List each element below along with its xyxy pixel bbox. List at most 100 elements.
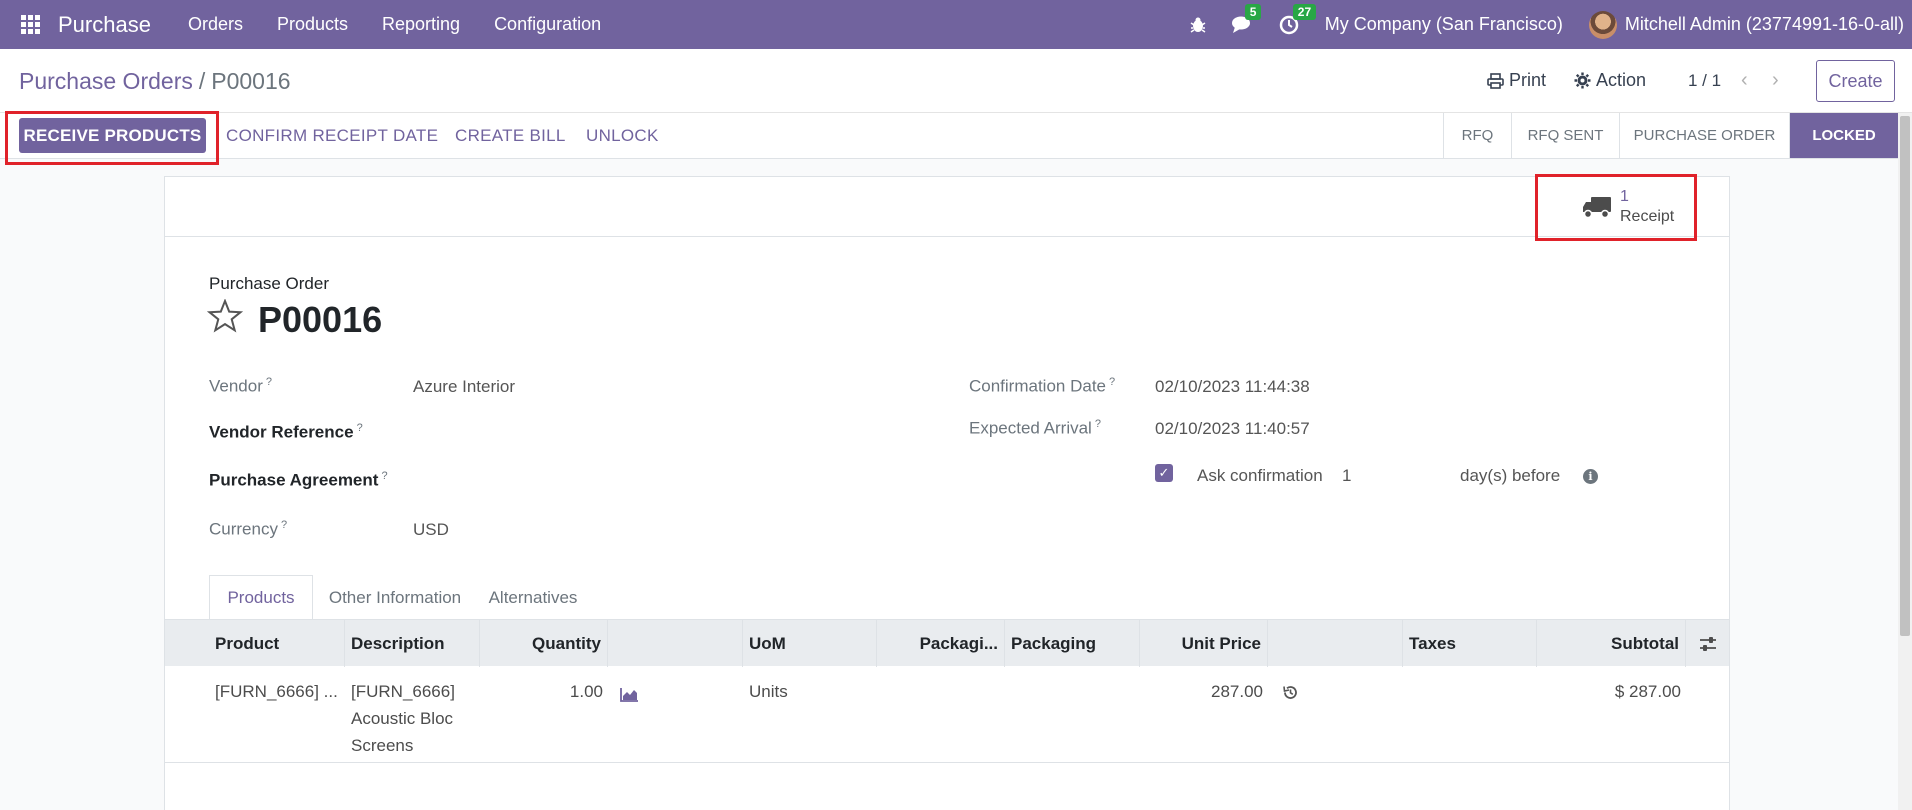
document-type: Purchase Order bbox=[209, 274, 329, 293]
currency-field[interactable]: USD bbox=[413, 520, 449, 540]
pager-value[interactable]: 1 / 1 bbox=[1688, 71, 1721, 91]
gear-icon bbox=[1574, 72, 1591, 89]
receive-products-button[interactable]: RECEIVE PRODUCTS bbox=[19, 118, 206, 153]
vendor-reference-label: Vendor Reference? bbox=[209, 422, 363, 442]
col-price-action bbox=[1268, 620, 1403, 667]
breadcrumb-current: P00016 bbox=[211, 68, 291, 94]
currency-label: Currency? bbox=[209, 519, 288, 539]
row-subtotal: $ 287.00 bbox=[1614, 682, 1681, 701]
col-packaging[interactable]: Packaging bbox=[1005, 620, 1140, 667]
tab-other-information[interactable]: Other Information bbox=[317, 575, 473, 620]
optional-columns-toggle[interactable] bbox=[1686, 620, 1729, 667]
page-scrollbar[interactable] bbox=[1898, 113, 1912, 810]
action-button[interactable]: Action bbox=[1574, 70, 1646, 91]
highlight-box-receipt bbox=[1535, 174, 1697, 241]
status-stages: RFQ RFQ SENT PURCHASE ORDER LOCKED bbox=[1443, 113, 1898, 158]
activities-badge: 27 bbox=[1292, 3, 1317, 20]
purchase-agreement-help-icon[interactable]: ? bbox=[381, 470, 387, 482]
col-uom[interactable]: UoM bbox=[743, 620, 877, 667]
messages-badge: 5 bbox=[1244, 3, 1262, 20]
vendor-label: Vendor? bbox=[209, 376, 273, 396]
smart-button-box: 1 Receipt bbox=[165, 177, 1729, 237]
row-description-line-2: Acoustic Bloc bbox=[351, 709, 454, 728]
status-bar: RECEIVE PRODUCTS CONFIRM RECEIPT DATE CR… bbox=[0, 111, 1898, 165]
confirmation-date-field[interactable]: 02/10/2023 11:44:38 bbox=[1155, 377, 1310, 397]
messages-icon[interactable]: 5 bbox=[1231, 3, 1262, 35]
col-quantity[interactable]: Quantity bbox=[480, 620, 608, 667]
vendor-reference-help-icon[interactable]: ? bbox=[357, 422, 363, 434]
stage-rfq[interactable]: RFQ bbox=[1443, 113, 1511, 158]
menu-reporting[interactable]: Reporting bbox=[382, 14, 460, 35]
ask-confirmation-label: Ask confirmation bbox=[1197, 466, 1323, 485]
row-description-line-3: Screens bbox=[351, 736, 414, 755]
print-button[interactable]: Print bbox=[1487, 70, 1546, 91]
sliders-icon bbox=[1699, 636, 1716, 651]
scrollbar-thumb[interactable] bbox=[1900, 116, 1910, 636]
vendor-field[interactable]: Azure Interior bbox=[413, 377, 515, 397]
form-sheet: 1 Receipt Purchase Order P00016 Vendor? … bbox=[164, 174, 1730, 810]
stage-locked[interactable]: LOCKED bbox=[1789, 113, 1898, 158]
pager-previous-icon[interactable]: ‹ bbox=[1741, 69, 1748, 92]
row-description-line-1: [FURN_6666] bbox=[351, 682, 455, 701]
print-label: Print bbox=[1509, 70, 1547, 90]
confirmation-date-label: Confirmation Date? bbox=[969, 376, 1116, 396]
stage-purchase-order[interactable]: PURCHASE ORDER bbox=[1619, 113, 1789, 158]
tab-products[interactable]: Products bbox=[209, 575, 313, 620]
row-description: [FURN_6666] Acoustic Bloc Screens bbox=[351, 678, 455, 759]
confirm-receipt-date-button[interactable]: CONFIRM RECEIPT DATE bbox=[226, 126, 438, 146]
activities-icon[interactable]: 27 bbox=[1279, 3, 1317, 35]
col-subtotal[interactable]: Subtotal bbox=[1537, 620, 1686, 667]
confirmation-date-help-icon[interactable]: ? bbox=[1109, 376, 1115, 388]
col-forecast bbox=[608, 620, 743, 667]
control-panel: Purchase Orders / P00016 Print Action 1 / … bbox=[0, 49, 1912, 113]
row-unit-price: 287.00 bbox=[1211, 682, 1263, 701]
document-name: P00016 bbox=[258, 299, 383, 340]
top-navbar: Purchase Orders Products Reporting Confi… bbox=[0, 0, 1912, 49]
col-product[interactable]: Product bbox=[209, 620, 345, 667]
col-taxes[interactable]: Taxes bbox=[1403, 620, 1537, 667]
row-product: [FURN_6666] ... bbox=[215, 682, 338, 701]
menu-orders[interactable]: Orders bbox=[188, 14, 243, 35]
app-name[interactable]: Purchase bbox=[58, 12, 151, 38]
vendor-reference-field[interactable] bbox=[413, 421, 793, 445]
action-label: Action bbox=[1596, 70, 1647, 90]
company-switcher[interactable]: My Company (San Francisco) bbox=[1325, 14, 1563, 35]
breadcrumb-parent[interactable]: Purchase Orders bbox=[19, 68, 193, 94]
avatar[interactable] bbox=[1588, 10, 1617, 39]
currency-help-icon[interactable]: ? bbox=[281, 519, 287, 531]
ask-confirmation-checkbox[interactable]: ✓ bbox=[1155, 464, 1173, 482]
expected-arrival-label: Expected Arrival? bbox=[969, 418, 1101, 438]
breadcrumb: Purchase Orders / P00016 bbox=[19, 68, 291, 95]
bug-icon[interactable] bbox=[1189, 16, 1207, 34]
row-uom: Units bbox=[749, 682, 788, 701]
stage-rfq-sent[interactable]: RFQ SENT bbox=[1511, 113, 1619, 158]
star-icon[interactable] bbox=[207, 299, 243, 333]
unlock-button[interactable]: UNLOCK bbox=[586, 126, 659, 146]
order-lines-header: Product Description Quantity UoM Packagi… bbox=[165, 619, 1729, 667]
create-bill-button[interactable]: CREATE BILL bbox=[455, 126, 566, 146]
vendor-help-icon[interactable]: ? bbox=[266, 376, 272, 388]
apps-menu-icon[interactable] bbox=[21, 14, 41, 35]
tab-alternatives[interactable]: Alternatives bbox=[477, 575, 589, 620]
col-unit-price[interactable]: Unit Price bbox=[1140, 620, 1268, 667]
printer-icon bbox=[1487, 72, 1504, 89]
expected-arrival-help-icon[interactable]: ? bbox=[1095, 418, 1101, 430]
table-row[interactable]: [FURN_6666] ... [FURN_6666] Acoustic Blo… bbox=[165, 666, 1729, 763]
purchase-agreement-label: Purchase Agreement? bbox=[209, 470, 388, 490]
expected-arrival-field[interactable]: 02/10/2023 11:40:57 bbox=[1155, 419, 1310, 439]
ask-confirmation-days-field[interactable]: 1 bbox=[1342, 466, 1351, 486]
menu-products[interactable]: Products bbox=[277, 14, 348, 35]
pager-next-icon[interactable]: › bbox=[1772, 69, 1779, 92]
history-icon[interactable] bbox=[1282, 682, 1299, 709]
menu-configuration[interactable]: Configuration bbox=[494, 14, 601, 35]
info-icon[interactable]: i bbox=[1583, 469, 1598, 484]
col-packaging-qty[interactable]: Packagi... bbox=[877, 620, 1005, 667]
create-button[interactable]: Create bbox=[1816, 60, 1895, 102]
days-before-label: day(s) before bbox=[1460, 466, 1561, 485]
breadcrumb-separator: / bbox=[198, 68, 206, 94]
row-quantity: 1.00 bbox=[569, 682, 603, 701]
forecast-chart-icon[interactable] bbox=[620, 683, 639, 710]
user-menu[interactable]: Mitchell Admin (23774991-16-0-all) bbox=[1625, 14, 1904, 35]
purchase-agreement-field[interactable] bbox=[413, 469, 793, 493]
col-description[interactable]: Description bbox=[345, 620, 480, 667]
